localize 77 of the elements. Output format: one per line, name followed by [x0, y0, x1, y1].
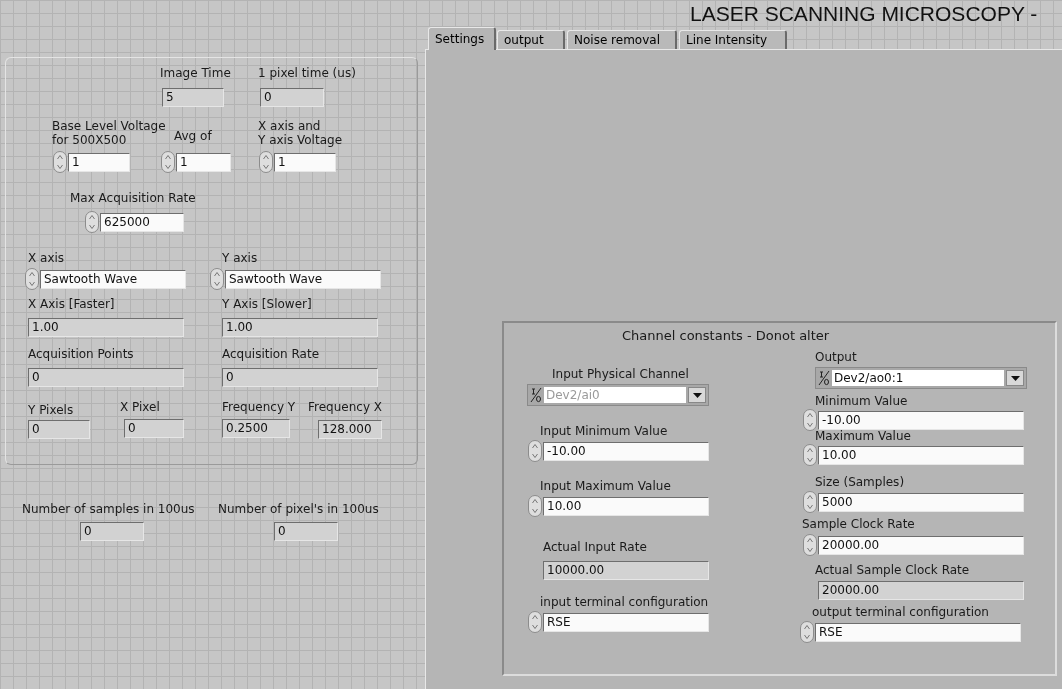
- indicator-field: 0: [260, 88, 324, 107]
- indicator-field: 1.00: [222, 318, 378, 337]
- control-label: Frequency Y: [222, 400, 296, 414]
- control-label: Actual Sample Clock Rate: [815, 563, 970, 577]
- spinner-control[interactable]: [210, 268, 224, 290]
- control-label: Acquisition Rate: [222, 347, 320, 361]
- control-label: Number of samples in 100us: [22, 502, 195, 516]
- control-label: Input Maximum Value: [540, 479, 671, 493]
- indicator-field: 10000.00: [543, 561, 709, 580]
- control-label: Input Physical Channel: [552, 367, 689, 381]
- control-label: Max Acquisition Rate: [70, 191, 196, 205]
- tab[interactable]: Settings: [428, 27, 496, 50]
- dropdown-button[interactable]: [688, 387, 706, 403]
- indicator-field: 128.000: [318, 420, 382, 439]
- control-label: Avg of: [174, 129, 212, 143]
- io-icon: [530, 387, 542, 403]
- numeric-field[interactable]: 20000.00: [818, 536, 1024, 555]
- numeric-field[interactable]: 625000: [100, 213, 184, 232]
- spinner-control[interactable]: [25, 268, 39, 290]
- ring-field[interactable]: RSE: [815, 623, 1021, 642]
- control-label: Minimum Value: [815, 394, 908, 408]
- frame-title: Channel constants - Donot alter: [622, 328, 830, 344]
- ring-field[interactable]: RSE: [543, 613, 709, 632]
- ring-field[interactable]: Sawtooth Wave: [40, 270, 186, 289]
- numeric-field[interactable]: 10.00: [543, 497, 709, 516]
- spinner-control[interactable]: [53, 151, 67, 173]
- dropdown-button[interactable]: [1006, 370, 1024, 386]
- control-label: Acquisition Points: [28, 347, 134, 361]
- control-label: Number of pixel's in 100us: [218, 502, 379, 516]
- control-label: X Pixel: [120, 400, 160, 414]
- numeric-field[interactable]: 1: [68, 153, 130, 172]
- tab[interactable]: Line Intensity: [679, 30, 787, 49]
- control-label: Y Pixels: [28, 403, 74, 417]
- indicator-field: 0: [274, 522, 338, 541]
- spinner-control[interactable]: [161, 151, 175, 173]
- io-icon: [818, 370, 830, 386]
- spinner-control[interactable]: [259, 151, 273, 173]
- control-label: X Axis [Faster]: [28, 297, 115, 311]
- indicator-field: 0.2500: [222, 419, 290, 438]
- control-label: Input Minimum Value: [540, 424, 668, 438]
- control-label: Image Time: [160, 66, 231, 80]
- control-label: Maximum Value: [815, 429, 911, 443]
- control-label: 1 pixel time (us): [258, 66, 356, 80]
- numeric-field[interactable]: -10.00: [818, 411, 1024, 430]
- control-label: input terminal configuration: [540, 595, 709, 609]
- control-label: Frequency X: [308, 400, 383, 414]
- control-label: output terminal configuration: [812, 605, 989, 619]
- tab[interactable]: Noise removal: [567, 30, 677, 49]
- caret-icon: [692, 392, 702, 398]
- numeric-field[interactable]: -10.00: [543, 442, 709, 461]
- indicator-field: 5: [162, 88, 224, 107]
- indicator-field: 0: [124, 419, 184, 438]
- control-label: Size (Samples): [815, 475, 905, 489]
- ring-field[interactable]: Sawtooth Wave: [225, 270, 381, 289]
- control-label: Sample Clock Rate: [802, 517, 915, 531]
- control-label: Y Axis [Slower]: [222, 297, 312, 311]
- numeric-field[interactable]: 5000: [818, 493, 1024, 512]
- spinner-control[interactable]: [85, 211, 99, 233]
- indicator-field: 0: [28, 420, 90, 439]
- indicator-field: 20000.00: [818, 581, 1024, 600]
- control-label: Y axis: [222, 251, 258, 265]
- caret-icon: [1010, 375, 1020, 381]
- numeric-field[interactable]: 1: [274, 153, 336, 172]
- numeric-field[interactable]: 1: [176, 153, 231, 172]
- indicator-field: 1.00: [28, 318, 184, 337]
- numeric-field[interactable]: 10.00: [818, 446, 1024, 465]
- tab[interactable]: output: [497, 30, 565, 49]
- indicator-field: 0: [28, 368, 184, 387]
- page-title: LASER SCANNING MICROSCOPY -: [690, 2, 1038, 26]
- indicator-field: 0: [222, 368, 378, 387]
- control-label: X axis and Y axis Voltage: [258, 119, 342, 147]
- indicator-field: 0: [80, 522, 144, 541]
- control-label: X axis: [28, 251, 65, 265]
- channel-field[interactable]: Dev2/ao0:1: [832, 370, 1004, 386]
- control-label: Base Level Voltage for 500X500: [52, 119, 166, 147]
- control-label: Output: [815, 350, 857, 364]
- control-label: Actual Input Rate: [543, 540, 647, 554]
